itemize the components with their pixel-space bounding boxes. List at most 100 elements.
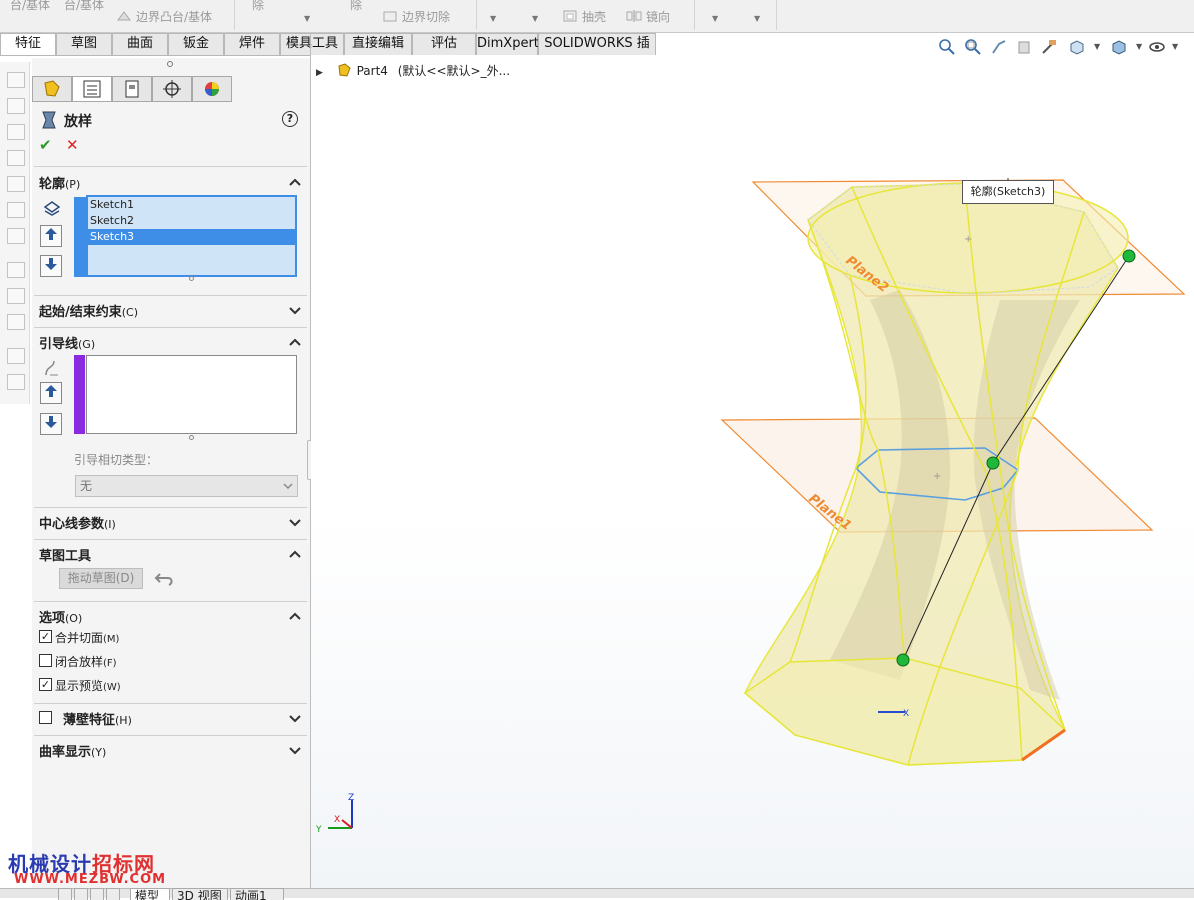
- close-loft-checkbox[interactable]: [39, 654, 52, 667]
- undo-icon[interactable]: [154, 569, 176, 587]
- tab-solidworks-addins[interactable]: SOLIDWORKS 插件: [538, 33, 656, 71]
- chevron-down-icon[interactable]: ▼: [712, 14, 718, 23]
- curvature-display-header[interactable]: 曲率显示(Y): [39, 741, 106, 760]
- zoom-to-area-icon[interactable]: [964, 38, 982, 56]
- cancel-button[interactable]: ✕: [66, 136, 79, 154]
- curves-icon[interactable]: [7, 374, 25, 390]
- chevron-up-icon[interactable]: [288, 175, 302, 189]
- sketch-tools-header[interactable]: 草图工具: [39, 545, 91, 564]
- flyout-feature-tree[interactable]: ▶ Part4 (默认<<默认>_外...: [316, 62, 510, 79]
- move-up-button[interactable]: [40, 225, 62, 247]
- panel-splitter-handle[interactable]: [167, 61, 173, 67]
- list-item[interactable]: Sketch1: [88, 197, 295, 213]
- chevron-down-icon[interactable]: ▼: [532, 14, 538, 23]
- tab-direct-editing[interactable]: 直接编辑: [344, 33, 412, 55]
- toolbar-mirror[interactable]: 镜向: [626, 8, 670, 25]
- chevron-up-icon[interactable]: [288, 547, 302, 561]
- move-down-button[interactable]: [40, 255, 62, 277]
- tab-surfaces[interactable]: 曲面: [112, 33, 168, 55]
- display-manager-tab[interactable]: [192, 76, 232, 102]
- guide-move-down-button[interactable]: [40, 413, 62, 435]
- expand-arrow-icon[interactable]: ▶: [316, 68, 323, 78]
- connector-point[interactable]: [896, 653, 910, 667]
- dome-icon[interactable]: [7, 314, 25, 330]
- guide-tangency-select[interactable]: 无: [75, 475, 298, 497]
- chevron-down-icon[interactable]: ▼: [490, 14, 496, 23]
- tab-evaluate[interactable]: 评估: [412, 33, 476, 55]
- list-item[interactable]: Sketch3: [88, 229, 295, 245]
- display-style-icon[interactable]: [1110, 38, 1128, 56]
- show-preview-checkbox[interactable]: ✓: [39, 678, 52, 691]
- previous-view-icon[interactable]: [990, 38, 1008, 56]
- chevron-down-icon[interactable]: ▼: [754, 14, 760, 23]
- chevron-down-icon[interactable]: [288, 711, 302, 725]
- first-tab-button[interactable]: [58, 888, 72, 900]
- draft-icon[interactable]: [7, 262, 25, 278]
- fillet-icon[interactable]: [7, 176, 25, 192]
- toolbar-item-boss[interactable]: 台/基体: [10, 0, 50, 13]
- zoom-to-fit-icon[interactable]: [938, 38, 956, 56]
- chevron-down-icon[interactable]: [288, 743, 302, 757]
- dimxpert-manager-tab[interactable]: [152, 76, 192, 102]
- merge-tangent-faces-checkbox[interactable]: ✓: [39, 630, 52, 643]
- chevron-down-icon[interactable]: ▼: [1172, 42, 1178, 51]
- guide-curves-list[interactable]: [86, 355, 297, 434]
- loft-icon[interactable]: [7, 150, 25, 166]
- toolbar-item-boss-2[interactable]: 台/基体: [64, 0, 104, 13]
- chevron-up-icon[interactable]: [288, 609, 302, 623]
- connector-point[interactable]: [1122, 249, 1136, 263]
- chamfer-icon[interactable]: [7, 202, 25, 218]
- feature-manager-tab[interactable]: [32, 76, 72, 102]
- start-end-constraints-header[interactable]: 起始/结束约束(C): [39, 301, 138, 320]
- toolbar-boundary-boss[interactable]: 边界凸台/基体: [116, 8, 212, 25]
- list-resize-handle[interactable]: [189, 276, 194, 281]
- thin-feature-header[interactable]: 薄壁特征(H): [63, 709, 132, 728]
- rib-icon[interactable]: [7, 228, 25, 244]
- last-tab-button[interactable]: [106, 888, 120, 900]
- guide-curves-header[interactable]: 引导线(G): [39, 333, 95, 352]
- revolve-icon[interactable]: [7, 98, 25, 114]
- section-view-icon[interactable]: [1016, 38, 1034, 56]
- wrap-icon[interactable]: [7, 288, 25, 304]
- thin-feature-checkbox[interactable]: [39, 711, 52, 724]
- tab-sketch[interactable]: 草图: [56, 33, 112, 55]
- chevron-down-icon[interactable]: [288, 515, 302, 529]
- view-orientation-icon[interactable]: [1068, 38, 1086, 56]
- toolbar-shell[interactable]: 抽壳: [562, 8, 606, 25]
- chevron-down-icon[interactable]: [288, 303, 302, 317]
- toolbar-item-cut-2[interactable]: 除: [350, 0, 362, 13]
- next-tab-button[interactable]: [90, 888, 104, 900]
- chevron-down-icon[interactable]: ▼: [304, 14, 310, 23]
- chevron-up-icon[interactable]: [288, 335, 302, 349]
- tab-dimxpert[interactable]: DimXpert: [476, 33, 539, 55]
- ok-button[interactable]: ✔: [39, 136, 52, 154]
- tab-sheet-metal[interactable]: 钣金: [168, 33, 224, 55]
- sweep-icon[interactable]: [7, 124, 25, 140]
- tab-features[interactable]: 特征: [0, 33, 56, 55]
- dynamic-annotation-icon[interactable]: [1040, 38, 1058, 56]
- options-header[interactable]: 选项(O): [39, 607, 82, 626]
- connector-point[interactable]: [986, 456, 1000, 470]
- tab-motion-study[interactable]: 动画1: [230, 888, 284, 900]
- list-resize-handle[interactable]: [189, 435, 194, 440]
- toolbar-boundary-cut[interactable]: 边界切除: [382, 8, 450, 25]
- property-manager-tab[interactable]: [72, 76, 112, 102]
- extrude-icon[interactable]: [7, 72, 25, 88]
- loft-preview-model[interactable]: + + Plane1 Plane2 X: [700, 160, 1194, 780]
- help-icon[interactable]: ?: [282, 111, 298, 127]
- profiles-section-header[interactable]: 轮廓(P): [39, 173, 80, 192]
- chevron-down-icon[interactable]: ▼: [1094, 42, 1100, 51]
- centerline-parameters-header[interactable]: 中心线参数(I): [39, 513, 116, 532]
- profiles-list[interactable]: Sketch1 Sketch2 Sketch3: [86, 195, 297, 277]
- hide-show-items-icon[interactable]: [1148, 38, 1166, 56]
- list-item[interactable]: Sketch2: [88, 213, 295, 229]
- tab-model[interactable]: 模型: [130, 888, 170, 900]
- tab-weldments[interactable]: 焊件: [224, 33, 280, 55]
- toolbar-item-cut[interactable]: 除: [252, 0, 264, 13]
- tab-3d-views[interactable]: 3D 视图: [172, 888, 228, 900]
- configuration-manager-tab[interactable]: [112, 76, 152, 102]
- prev-tab-button[interactable]: [74, 888, 88, 900]
- tab-mold-tools[interactable]: 模具工具: [280, 33, 344, 55]
- reference-geometry-icon[interactable]: [7, 348, 25, 364]
- drag-sketch-button[interactable]: 拖动草图(D): [59, 568, 143, 589]
